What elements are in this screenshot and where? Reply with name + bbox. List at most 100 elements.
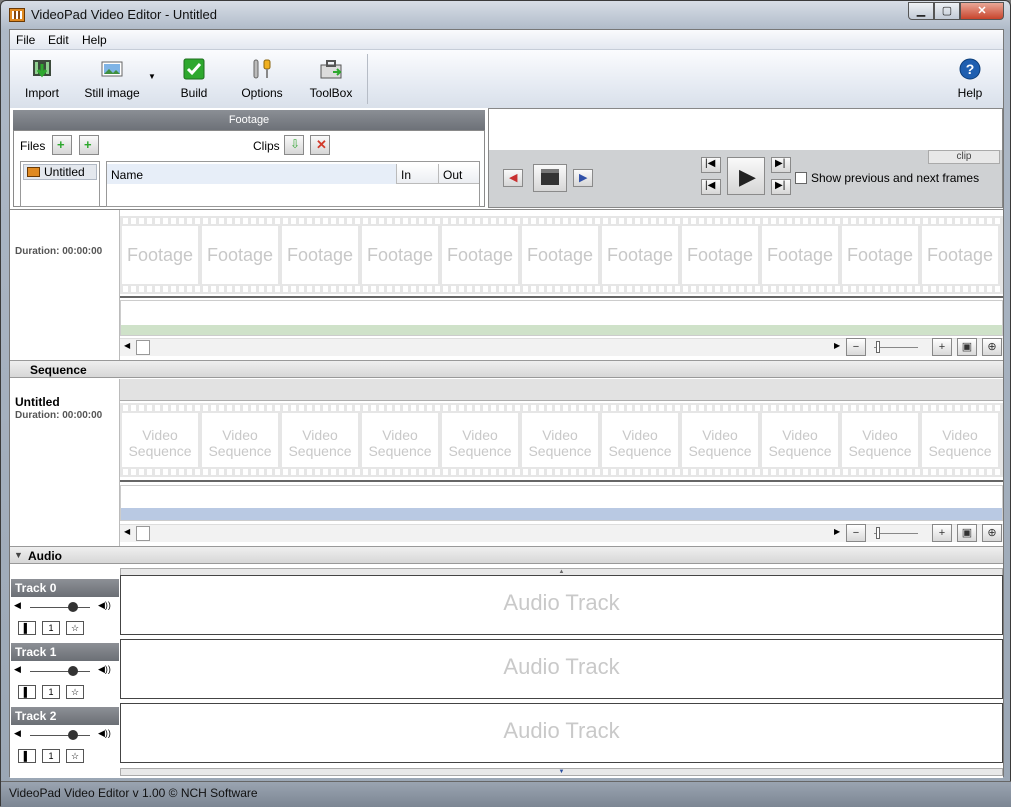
effects-button[interactable]: ☆ [66, 621, 84, 635]
zoom-slider-thumb[interactable] [876, 527, 880, 539]
next-clip-button[interactable]: ▶ [573, 169, 593, 187]
build-button[interactable]: Build [170, 50, 218, 106]
clip-tab[interactable]: clip [928, 150, 1000, 164]
effects-button[interactable]: ☆ [66, 749, 84, 763]
close-button[interactable]: ✕ [960, 2, 1004, 20]
volume-slider-thumb[interactable] [68, 730, 78, 740]
zoom-in-button[interactable]: + [932, 338, 952, 356]
sequence-frame: Video Sequence [762, 413, 838, 467]
zoom-fit-button[interactable]: ▣ [957, 338, 977, 356]
column-header-in[interactable]: In [397, 164, 439, 184]
show-frames-checkbox[interactable] [795, 172, 807, 184]
go-end-button[interactable]: ▶| [771, 179, 791, 195]
track-header[interactable]: Track 1 [11, 643, 119, 661]
volume-slider[interactable] [30, 735, 90, 736]
zoom-in-button[interactable]: + [932, 524, 952, 542]
zoom-fit-button[interactable]: ▣ [957, 524, 977, 542]
clapper-button[interactable] [533, 164, 567, 192]
mute-button[interactable]: ▌ [18, 685, 36, 699]
column-header-name[interactable]: Name [107, 164, 397, 184]
footage-marker-track[interactable] [120, 300, 1003, 336]
menu-file[interactable]: File [16, 33, 35, 47]
column-header-out[interactable]: Out [439, 164, 481, 184]
menu-help[interactable]: Help [82, 33, 107, 47]
mute-button[interactable]: ▌ [18, 749, 36, 763]
delete-x-icon: ✕ [316, 137, 327, 152]
frame-label-line2: Sequence [448, 443, 512, 459]
mute-button[interactable]: ▌ [18, 621, 36, 635]
audio-scroll-down[interactable]: ▼ [120, 768, 1003, 776]
audio-track-lane[interactable]: Audio Track [120, 575, 1003, 635]
audio-track-lane[interactable]: Audio Track [120, 639, 1003, 699]
audio-area: ▲ Track 0 ◀ ◀)) ▌ 1 ☆ Audio Track Track 1 ◀ ◀)) ▌ 1… [10, 565, 1003, 778]
track-header[interactable]: Track 2 [11, 707, 119, 725]
track-header[interactable]: Track 0 [11, 579, 119, 597]
prev-clip-button[interactable]: ◀ [503, 169, 523, 187]
track-volume: ◀ ◀)) [14, 664, 116, 679]
zoom-slider[interactable] [874, 533, 918, 534]
zoom-slider[interactable] [874, 347, 918, 348]
clips-label: Clips [253, 139, 280, 153]
volume-slider-thumb[interactable] [68, 666, 78, 676]
sequence-scrollbar[interactable]: ◀ ▶ − + ▣ ⊕ [120, 524, 1003, 542]
scroll-thumb[interactable] [136, 340, 150, 355]
zoom-out-button[interactable]: − [846, 338, 866, 356]
audio-track-label: Audio Track [503, 590, 620, 615]
add-folder-icon: + [84, 137, 92, 152]
zoom-out-button[interactable]: − [846, 524, 866, 542]
star-icon: ☆ [70, 687, 80, 697]
footage-frame: Footage [442, 226, 518, 284]
frame-label-line1: Video [542, 427, 578, 443]
sequence-marker-track[interactable] [120, 485, 1003, 521]
scroll-right-icon: ▶ [834, 341, 841, 350]
solo-button[interactable]: 1 [42, 621, 60, 635]
sequence-frame: Video Sequence [602, 413, 678, 467]
solo-button[interactable]: 1 [42, 749, 60, 763]
menu-edit[interactable]: Edit [48, 33, 69, 47]
title-bar[interactable]: VideoPad Video Editor - Untitled ▁ ▢ ✕ [1, 1, 1010, 29]
zoom-full-button[interactable]: ⊕ [982, 338, 1002, 356]
add-folder-button[interactable]: + [79, 135, 99, 155]
help-button[interactable]: ? Help [950, 50, 990, 106]
sequence-ruler[interactable] [120, 379, 1003, 401]
speaker-low-icon: ◀ [14, 664, 21, 674]
step-forward-button[interactable]: ▶| [771, 157, 791, 173]
effects-button[interactable]: ☆ [66, 685, 84, 699]
zoom-full-button[interactable]: ⊕ [982, 524, 1002, 542]
toolbox-button[interactable]: ToolBox [306, 50, 356, 106]
audio-track-lane[interactable]: Audio Track [120, 703, 1003, 763]
speaker-low-icon: ◀ [14, 600, 21, 610]
star-icon: ☆ [70, 623, 80, 633]
solo-button[interactable]: 1 [42, 685, 60, 699]
play-button[interactable]: ▶ [727, 157, 765, 195]
still-image-button[interactable]: Still image [80, 50, 144, 106]
volume-slider[interactable] [30, 671, 90, 672]
options-tools-icon [253, 59, 271, 79]
preview-controls: clip ◀ ▶ |◀ |◀ ▶ ▶| ▶| Show previous and… [489, 150, 1002, 207]
speaker-high-icon: ◀)) [98, 728, 111, 738]
minimize-button[interactable]: ▁ [908, 2, 934, 20]
footage-scrollbar[interactable]: ◀ ▶ − + ▣ ⊕ [120, 338, 1003, 356]
delete-clip-button[interactable]: ✕ [310, 135, 330, 155]
scroll-thumb[interactable] [136, 526, 150, 541]
audio-header[interactable]: ▼ Audio [10, 546, 1003, 564]
files-list: Untitled [20, 161, 100, 207]
volume-slider-thumb[interactable] [68, 602, 78, 612]
maximize-button[interactable]: ▢ [934, 2, 960, 20]
zoom-slider-thumb[interactable] [876, 341, 880, 353]
footage-filmstrip[interactable]: Footage Footage Footage Footage Footage Foota… [120, 216, 1003, 294]
file-item-untitled[interactable]: Untitled [23, 164, 97, 180]
mute-icon: ▌ [23, 623, 31, 633]
step-back-button[interactable]: |◀ [701, 157, 721, 173]
go-start-button[interactable]: |◀ [701, 179, 721, 195]
sequence-filmstrip[interactable]: Video Sequence Video Sequence Video Sequence V… [120, 403, 1003, 477]
import-button[interactable]: Import [18, 50, 66, 106]
add-clip-button[interactable]: ⇩ [284, 135, 304, 155]
still-image-dropdown[interactable]: ▼ [146, 50, 158, 106]
clapperboard-icon [541, 169, 559, 185]
videopad-app-icon [9, 8, 25, 22]
options-button[interactable]: Options [236, 50, 288, 106]
volume-slider[interactable] [30, 607, 90, 608]
frame-label-line2: Sequence [848, 443, 912, 459]
add-file-button[interactable]: + [52, 135, 72, 155]
